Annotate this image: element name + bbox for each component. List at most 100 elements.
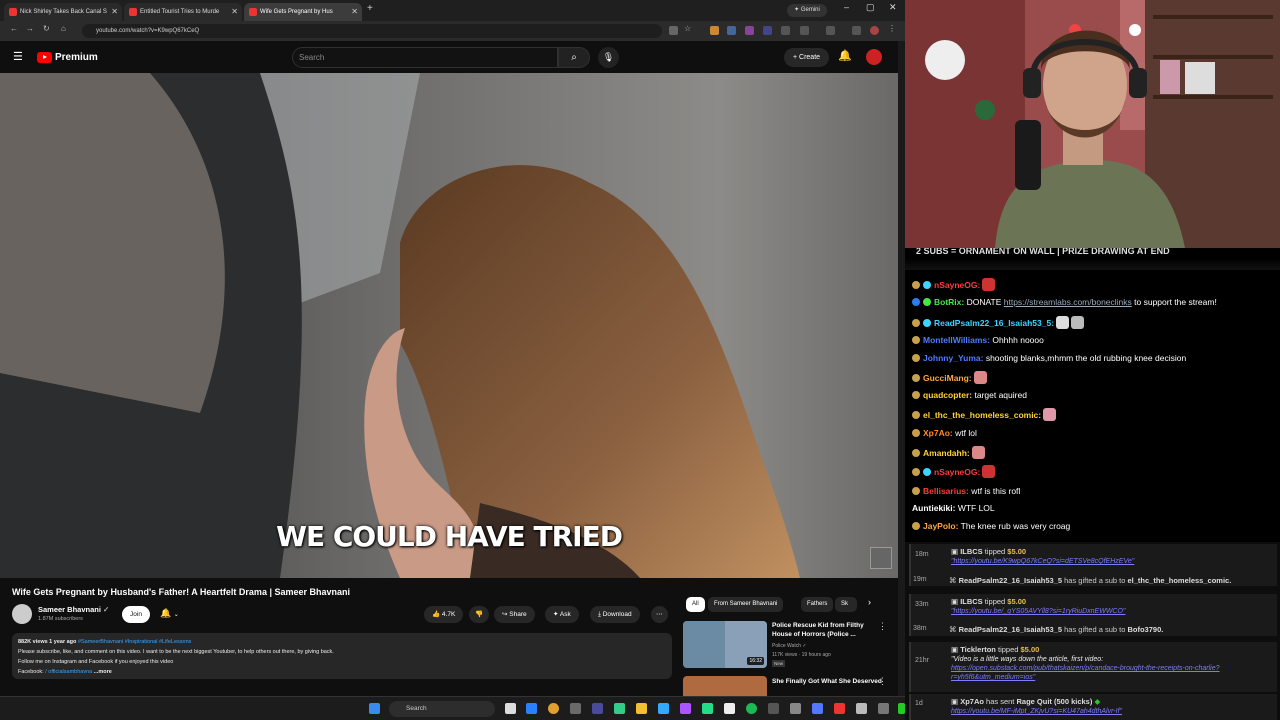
- extension-icon[interactable]: [781, 26, 790, 35]
- extension-icon[interactable]: [727, 26, 736, 35]
- gemini-button[interactable]: ✦ Gemini: [787, 4, 827, 17]
- video-thumbnail[interactable]: 16:32: [683, 621, 767, 668]
- app-icon[interactable]: [702, 703, 713, 714]
- notifications-bell-icon[interactable]: 🔔: [838, 49, 852, 62]
- back-icon[interactable]: ←: [10, 24, 18, 33]
- home-icon[interactable]: ⌂: [61, 24, 66, 33]
- chat-username[interactable]: quadcopter:: [923, 390, 972, 400]
- channel-avatar[interactable]: [12, 604, 32, 624]
- chat-username[interactable]: MontellWilliams:: [923, 335, 990, 345]
- facebook-link[interactable]: / officialsambhavna: [45, 669, 92, 675]
- menu-kebab-icon[interactable]: ⋮: [888, 24, 896, 33]
- description-box[interactable]: 882K views 1 year ago #SameerBhavnani #I…: [12, 633, 672, 679]
- forward-icon[interactable]: →: [26, 24, 34, 33]
- search-button[interactable]: ⌕: [558, 47, 590, 68]
- browser-tab[interactable]: Nick Shirley Takes Back Canal S ✕: [4, 3, 122, 21]
- app-icon[interactable]: [768, 703, 779, 714]
- chrome-icon[interactable]: [548, 703, 559, 714]
- download-button[interactable]: ⤓ Download: [590, 606, 640, 623]
- chat-username[interactable]: GucciMang:: [923, 373, 972, 383]
- page-scrollbar[interactable]: [898, 41, 905, 696]
- dislike-button[interactable]: 👎: [469, 606, 490, 623]
- voice-search-button[interactable]: 🎙: [598, 47, 619, 68]
- download-icon[interactable]: [852, 26, 861, 35]
- chat-username[interactable]: BotRix:: [934, 297, 964, 307]
- maximize-icon[interactable]: ▢: [866, 2, 875, 13]
- ask-button[interactable]: ✦ Ask: [545, 606, 579, 623]
- app-icon[interactable]: [856, 703, 867, 714]
- chat-username[interactable]: JayPolo:: [923, 521, 958, 531]
- taskbar-search[interactable]: Search: [389, 701, 495, 717]
- chip-from-channel[interactable]: From Sameer Bhavnani: [708, 597, 784, 612]
- event-message[interactable]: "https://youtu.be/_qYS05AVYll8?si=1ryRiu…: [951, 608, 1125, 615]
- chat-username[interactable]: Auntiekiki:: [912, 503, 955, 513]
- task-view-icon[interactable]: [505, 703, 516, 714]
- hamburger-menu-icon[interactable]: ☰: [13, 50, 23, 63]
- subscription-bell-icon[interactable]: 🔔 ⌄: [160, 608, 179, 619]
- avatar[interactable]: [866, 49, 882, 65]
- app-icon[interactable]: [658, 703, 669, 714]
- extension-icon[interactable]: [710, 26, 719, 35]
- browser-tab-active[interactable]: Wife Gets Pregnant by Hus ✕: [244, 3, 362, 21]
- chat-username[interactable]: ReadPsalm22_16_Isaiah53_5:: [934, 318, 1054, 328]
- app-icon[interactable]: [724, 703, 735, 714]
- app-icon[interactable]: [592, 703, 603, 714]
- hashtags[interactable]: #SameerBhavnani #Inspirational #LifeLess…: [78, 639, 191, 645]
- close-tab-icon[interactable]: ✕: [231, 3, 238, 21]
- app-icon[interactable]: [680, 703, 691, 714]
- windows-start-icon[interactable]: [369, 703, 380, 714]
- folder-icon[interactable]: [636, 703, 647, 714]
- bookmark-star-icon[interactable]: ☆: [684, 24, 691, 33]
- url-field[interactable]: youtube.com/watch?v=K9wpQ67kCeQ: [82, 24, 662, 38]
- extension-icon[interactable]: [745, 26, 754, 35]
- youtube-logo[interactable]: Premium: [37, 51, 98, 64]
- app-icon[interactable]: [898, 703, 905, 714]
- copilot-icon[interactable]: [526, 703, 537, 714]
- chat-username[interactable]: Bellisarius:: [923, 486, 969, 496]
- app-icon[interactable]: [614, 703, 625, 714]
- new-tab-icon[interactable]: +: [367, 3, 373, 14]
- more-vertical-icon[interactable]: ⋮: [878, 676, 887, 687]
- chip-sk[interactable]: Sk: [835, 597, 857, 612]
- chip-all[interactable]: All: [686, 597, 705, 612]
- like-button[interactable]: 👍 4.7K: [424, 606, 464, 623]
- app-icon[interactable]: [812, 703, 823, 714]
- extension-icon[interactable]: [669, 26, 678, 35]
- chat-username[interactable]: nSayneOG:: [934, 280, 980, 290]
- related-video[interactable]: She Finally Got What She Deserved ⋮: [683, 676, 893, 696]
- spotify-icon[interactable]: [746, 703, 757, 714]
- chip-fathers[interactable]: Fathers: [801, 597, 834, 612]
- related-video[interactable]: 16:32 Police Rescue Kid from Filthy Hous…: [683, 621, 893, 669]
- app-icon[interactable]: [878, 703, 889, 714]
- extension-icon[interactable]: [763, 26, 772, 35]
- chat-username[interactable]: Johnny_Yuma:: [923, 353, 983, 363]
- chat-username[interactable]: el_thc_the_homeless_comic:: [923, 410, 1041, 420]
- video-player[interactable]: WE COULD HAVE TRIED: [0, 73, 898, 578]
- event-message[interactable]: https://youtu.be/MF-iMpt_ZKjvU?si=KU47ah…: [951, 708, 1122, 715]
- chat-username[interactable]: Amandahh:: [923, 448, 970, 458]
- search-input[interactable]: Search: [292, 47, 558, 68]
- more-actions-button[interactable]: ⋯: [651, 606, 668, 623]
- minimize-icon[interactable]: –: [844, 2, 849, 12]
- app-icon[interactable]: [570, 703, 581, 714]
- close-tab-icon[interactable]: ✕: [351, 3, 358, 21]
- show-more-link[interactable]: ...more: [94, 669, 112, 675]
- event-message[interactable]: "https://youtu.be/K9wpQ67kCeQ?si=dETSVe8…: [951, 558, 1134, 565]
- more-vertical-icon[interactable]: ⋮: [878, 621, 887, 632]
- browser-tab[interactable]: Entitled Tourist Tries to Murde ✕: [124, 3, 242, 21]
- join-button[interactable]: Join: [122, 606, 150, 623]
- reload-icon[interactable]: ↻: [43, 24, 50, 33]
- chat-username[interactable]: Xp7Ao:: [923, 428, 953, 438]
- channel-name[interactable]: Sameer Bhavnani ✓: [38, 605, 109, 614]
- puzzle-icon[interactable]: [800, 26, 809, 35]
- share-button[interactable]: ↪ Share: [494, 606, 535, 623]
- chat-username[interactable]: nSayneOG:: [934, 467, 980, 477]
- chat-link[interactable]: https://streamlabs.com/boneclinks: [1004, 297, 1132, 307]
- video-thumbnail[interactable]: [683, 676, 767, 696]
- sidebar-icon[interactable]: [826, 26, 835, 35]
- close-window-icon[interactable]: ✕: [889, 2, 897, 13]
- app-icon[interactable]: [790, 703, 801, 714]
- event-link[interactable]: https://open.substack.com/pub/thatskaize…: [951, 665, 1220, 672]
- app-icon[interactable]: [834, 703, 845, 714]
- event-link[interactable]: r=yh5f6&utm_medium=ios": [951, 674, 1035, 681]
